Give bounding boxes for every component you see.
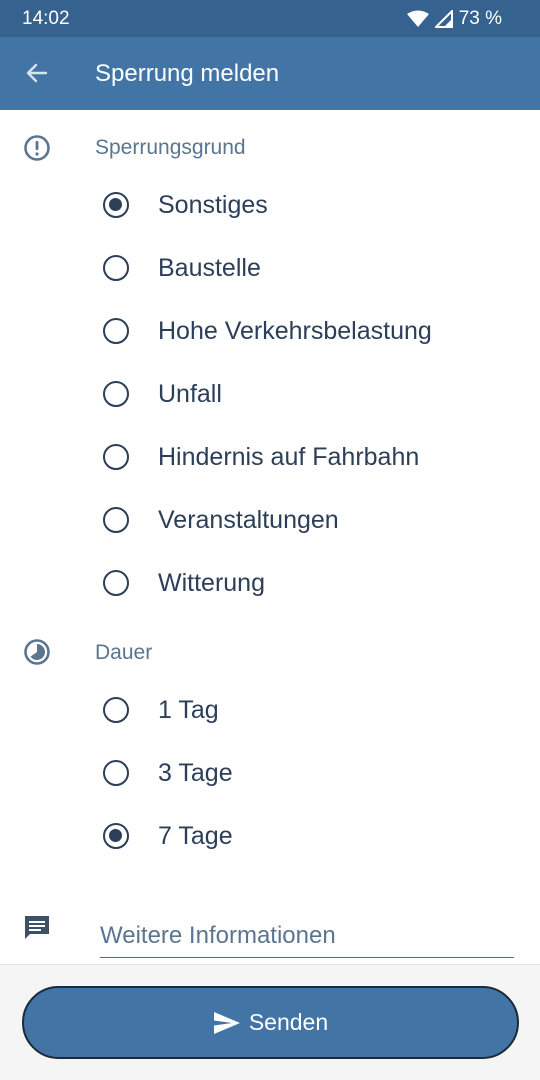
clock-icon xyxy=(22,637,52,667)
radio-button[interactable] xyxy=(103,507,129,533)
radio-button-checked[interactable] xyxy=(103,823,129,849)
back-button[interactable] xyxy=(14,50,60,96)
alert-circle-icon xyxy=(22,133,52,163)
reason-option[interactable]: Sonstiges xyxy=(0,174,540,237)
arrow-back-icon xyxy=(26,63,48,83)
status-bar: 14:02 73 % xyxy=(0,0,540,37)
radio-button[interactable] xyxy=(103,381,129,407)
status-time: 14:02 xyxy=(22,8,70,29)
duration-option[interactable]: 7 Tage xyxy=(0,805,540,868)
duration-header: Dauer xyxy=(95,641,153,664)
reason-option[interactable]: Veranstaltungen xyxy=(0,489,540,552)
duration-option-label: 3 Tage xyxy=(158,759,233,787)
further-info-field xyxy=(100,918,514,958)
status-indicators: 73 % xyxy=(406,8,502,30)
reason-option[interactable]: Witterung xyxy=(0,552,540,615)
signal-icon xyxy=(434,10,453,28)
wifi-icon xyxy=(406,10,429,27)
reason-option-label: Hindernis auf Fahrbahn xyxy=(158,443,420,471)
reason-option-label: Veranstaltungen xyxy=(158,506,339,534)
radio-button[interactable] xyxy=(103,697,129,723)
further-info-input[interactable] xyxy=(100,918,514,954)
radio-button[interactable] xyxy=(103,760,129,786)
reason-option[interactable]: Hohe Verkehrsbelastung xyxy=(0,300,540,363)
radio-button[interactable] xyxy=(103,444,129,470)
reason-option-label: Baustelle xyxy=(158,254,261,282)
send-button[interactable]: Senden xyxy=(22,986,519,1059)
reason-option[interactable]: Unfall xyxy=(0,363,540,426)
reason-header: Sperrungsgrund xyxy=(95,136,246,159)
duration-option[interactable]: 1 Tag xyxy=(0,679,540,742)
message-icon xyxy=(22,913,52,943)
duration-option-label: 7 Tage xyxy=(158,822,233,850)
battery-level: 73 % xyxy=(458,8,502,29)
radio-button-checked[interactable] xyxy=(103,192,129,218)
reason-option[interactable]: Baustelle xyxy=(0,237,540,300)
app-bar: Sperrung melden xyxy=(0,37,540,110)
send-button-label: Senden xyxy=(248,1009,329,1035)
radio-button[interactable] xyxy=(103,570,129,596)
reason-option[interactable]: Hindernis auf Fahrbahn xyxy=(0,426,540,489)
reason-option-label: Unfall xyxy=(158,380,222,408)
page-title: Sperrung melden xyxy=(95,60,280,87)
duration-option[interactable]: 3 Tage xyxy=(0,742,540,805)
duration-option-label: 1 Tag xyxy=(158,696,219,724)
reason-option-label: Hohe Verkehrsbelastung xyxy=(158,317,432,345)
radio-button[interactable] xyxy=(103,255,129,281)
bottom-bar: Senden xyxy=(0,964,540,1080)
reason-option-label: Sonstiges xyxy=(158,191,268,219)
send-icon xyxy=(213,1011,240,1034)
radio-button[interactable] xyxy=(103,318,129,344)
reason-option-label: Witterung xyxy=(158,569,265,597)
